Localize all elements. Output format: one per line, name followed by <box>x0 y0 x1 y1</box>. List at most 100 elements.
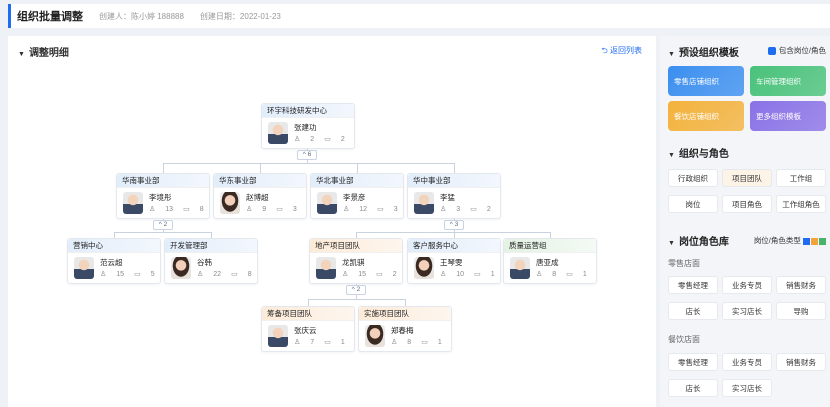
node-person: 王琴雯 <box>440 258 463 267</box>
avatar <box>414 257 434 279</box>
org-node-customer-service[interactable]: 客户服务中心 王琴雯 ♙ 10 ▭ 1 <box>407 238 501 284</box>
node-person: 赵博超 <box>246 193 269 202</box>
chip-work-group[interactable]: 工作组 <box>776 169 826 187</box>
include-roles-checkbox[interactable]: 包含岗位/角色 <box>767 45 826 56</box>
template-workshop[interactable]: 车间管理组织 <box>750 66 826 96</box>
chip-role[interactable]: 导购 <box>776 302 826 320</box>
people-count: 13 <box>165 206 174 213</box>
avatar <box>365 325 385 347</box>
org-role-header[interactable]: ▼ 组织与角色 <box>668 145 729 160</box>
template-more[interactable]: 更多组织模板 <box>750 101 826 131</box>
section-header[interactable]: ▼ 调整明细 <box>18 44 69 59</box>
connector <box>163 163 164 173</box>
org-node-prep-team[interactable]: 筹备项目团队 张庆云 ♙ 7 ▭ 1 <box>261 306 355 352</box>
org-node-quality-ops[interactable]: 质量运营组 唐亚成 ♙ 8 ▭ 1 <box>503 238 597 284</box>
post-icon: ▭ <box>324 136 331 143</box>
node-stats: ♙ 12 ▭ 3 <box>343 205 408 213</box>
node-person: 唐亚成 <box>536 258 559 267</box>
post-count: 1 <box>340 339 345 346</box>
chip-role[interactable]: 实习店长 <box>722 379 772 397</box>
node-title: 开发管理部 <box>165 239 257 253</box>
retail-group-label: 零售店面 <box>668 259 700 268</box>
chip-work-group-role[interactable]: 工作组角色 <box>776 195 826 213</box>
chip-project-role[interactable]: 项目角色 <box>722 195 772 213</box>
node-stats: ♙ 8 ▭ 1 <box>391 338 452 346</box>
collapse-toggle[interactable]: ^ 3 <box>444 220 464 230</box>
avatar <box>171 257 191 279</box>
type-orange-swatch[interactable] <box>811 237 818 245</box>
checkbox-checked-icon <box>767 47 776 56</box>
collapse-toggle[interactable]: ^ 2 <box>153 220 173 230</box>
chip-role[interactable]: 业务专员 <box>722 276 772 294</box>
node-stats: ♙ 10 ▭ 1 <box>440 270 505 278</box>
people-count: 3 <box>456 206 461 213</box>
return-icon: ⮌ <box>601 46 610 55</box>
org-node-south[interactable]: 华南事业部 李境彤 ♙ 13 ▭ 8 <box>116 173 210 219</box>
chip-role[interactable]: 销售财务 <box>776 276 826 294</box>
chip-role[interactable]: 实习店长 <box>722 302 772 320</box>
org-node-east[interactable]: 华东事业部 赵博超 ♙ 9 ▭ 3 <box>213 173 307 219</box>
node-stats: ♙ 9 ▭ 3 <box>246 205 307 213</box>
org-node-root[interactable]: 环宇科技研发中心 张建功 ♙ 2 ▭ 2 <box>261 103 355 149</box>
back-to-list-link[interactable]: ⮌ 返回列表 <box>601 45 642 59</box>
connector <box>308 299 309 306</box>
collapse-icon: ▼ <box>668 240 675 247</box>
chip-admin-org[interactable]: 行政组织 <box>668 169 718 187</box>
chip-role[interactable]: 店长 <box>668 302 718 320</box>
post-icon: ▭ <box>183 206 190 213</box>
org-node-dev-mgmt[interactable]: 开发管理部 谷韩 ♙ 22 ▭ 8 <box>164 238 258 284</box>
template-dining[interactable]: 餐饮店铺组织 <box>668 101 744 131</box>
chip-post[interactable]: 岗位 <box>668 195 718 213</box>
type-green-swatch[interactable] <box>819 237 826 245</box>
chip-project-team[interactable]: 项目团队 <box>722 169 772 187</box>
collapse-icon: ▼ <box>668 51 675 58</box>
preset-templates-header[interactable]: ▼ 预设组织模板 <box>668 44 739 59</box>
node-title: 筹备项目团队 <box>262 307 354 321</box>
chip-role[interactable]: 业务专员 <box>722 353 772 371</box>
people-icon: ♙ <box>440 271 447 278</box>
post-icon: ▭ <box>421 339 428 346</box>
template-retail[interactable]: 零售店铺组织 <box>668 66 744 96</box>
people-icon: ♙ <box>343 206 350 213</box>
node-stats: ♙ 13 ▭ 8 <box>149 205 214 213</box>
people-icon: ♙ <box>294 136 301 143</box>
chip-role[interactable]: 零售经理 <box>668 353 718 371</box>
people-count: 9 <box>262 206 267 213</box>
post-count: 1 <box>437 339 442 346</box>
avatar <box>317 192 337 214</box>
node-title: 环宇科技研发中心 <box>262 104 354 118</box>
chip-role[interactable]: 店长 <box>668 379 718 397</box>
collapse-toggle[interactable]: ^ 6 <box>297 150 317 160</box>
post-count: 3 <box>292 206 297 213</box>
connector <box>356 232 550 233</box>
connector <box>260 163 261 173</box>
node-stats: ♙ 2 ▭ 2 <box>294 135 355 143</box>
people-count: 2 <box>310 136 315 143</box>
people-icon: ♙ <box>342 271 349 278</box>
avatar <box>123 192 143 214</box>
collapse-toggle[interactable]: ^ 2 <box>346 285 366 295</box>
people-icon: ♙ <box>149 206 156 213</box>
collapse-icon: ▼ <box>18 51 25 58</box>
role-library-header[interactable]: ▼ 岗位角色库 <box>668 233 729 248</box>
org-node-marketing[interactable]: 营销中心 范云超 ♙ 15 ▭ 5 <box>67 238 161 284</box>
node-title: 实施项目团队 <box>359 307 451 321</box>
role-type-filter[interactable]: 岗位/角色类型 <box>754 235 826 246</box>
people-count: 10 <box>456 271 465 278</box>
org-node-impl-team[interactable]: 实施项目团队 郑春梅 ♙ 8 ▭ 1 <box>358 306 452 352</box>
node-person: 李境彤 <box>149 193 172 202</box>
chip-role[interactable]: 销售财务 <box>776 353 826 371</box>
post-icon: ▭ <box>474 271 481 278</box>
people-count: 8 <box>407 339 412 346</box>
org-node-central[interactable]: 华中事业部 李猛 ♙ 3 ▭ 2 <box>407 173 501 219</box>
page-title: 组织批量调整 <box>17 11 83 23</box>
post-icon: ▭ <box>324 339 331 346</box>
node-stats: ♙ 15 ▭ 2 <box>342 270 407 278</box>
connector <box>454 163 455 173</box>
chip-role[interactable]: 零售经理 <box>668 276 718 294</box>
org-node-estate-team[interactable]: 地产项目团队 龙凯骐 ♙ 15 ▭ 2 <box>309 238 403 284</box>
avatar <box>268 122 288 144</box>
type-blue-swatch[interactable] <box>803 237 810 245</box>
org-node-north[interactable]: 华北事业部 李景彦 ♙ 12 ▭ 3 <box>310 173 404 219</box>
post-icon: ▭ <box>134 271 141 278</box>
